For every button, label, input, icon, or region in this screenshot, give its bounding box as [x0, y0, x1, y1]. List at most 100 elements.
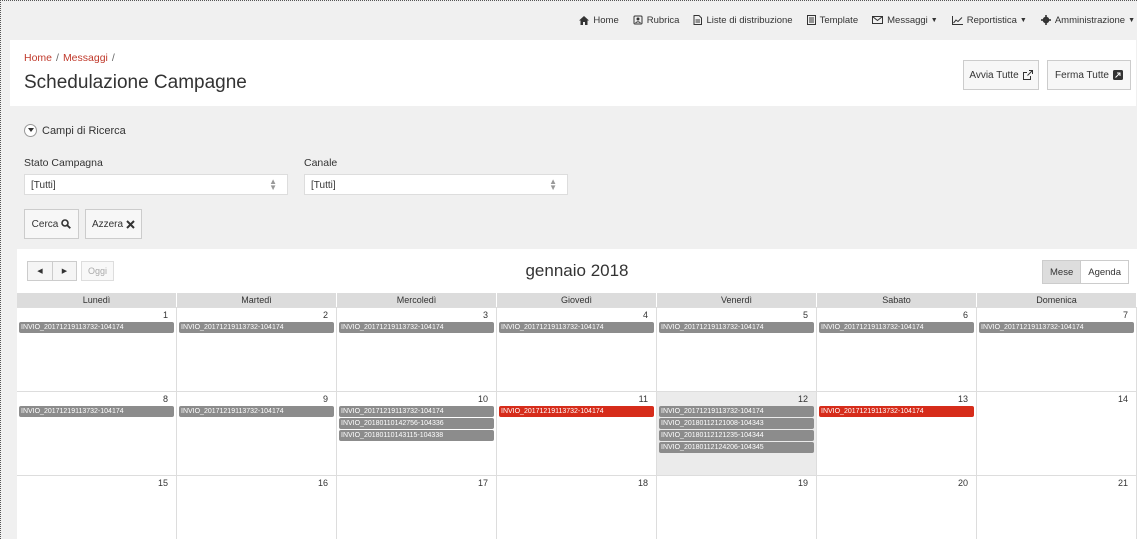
nav-template[interactable]: Template: [806, 14, 859, 26]
weekday-header: Domenica: [977, 293, 1137, 307]
calendar-event[interactable]: INVIO_20171219113732-104174: [819, 406, 974, 417]
calendar-event[interactable]: INVIO_20180112121235-104344: [659, 430, 814, 441]
day-number: 18: [637, 478, 648, 488]
stop-all-label: Ferma Tutte: [1055, 69, 1109, 81]
calendar-day-cell[interactable]: 17: [337, 476, 497, 539]
calendar-title: gennaio 2018: [525, 261, 629, 280]
calendar-day-cell[interactable]: 21: [977, 476, 1137, 539]
calendar-day-cell[interactable]: 19: [657, 476, 817, 539]
template-icon: [806, 15, 816, 25]
nav-messaggi[interactable]: Messaggi ▼: [872, 15, 938, 26]
breadcrumb-home[interactable]: Home: [24, 52, 52, 64]
weekday-header: Mercoledì: [337, 293, 497, 307]
calendar-day-cell[interactable]: 15: [17, 476, 177, 539]
line-chart-icon: [951, 15, 963, 25]
search-button-label: Cerca: [31, 218, 59, 230]
calendar-day-cell[interactable]: 2 INVIO_20171219113732-104174: [177, 308, 337, 391]
calendar-event[interactable]: INVIO_20171219113732-104174: [979, 322, 1134, 333]
canale-select[interactable]: [Tutti] ▲ ▼: [304, 174, 568, 195]
weekday-header: Lunedì: [17, 293, 177, 307]
calendar-day-cell[interactable]: 18: [497, 476, 657, 539]
day-number: 11: [638, 394, 648, 404]
calendar-event[interactable]: INVIO_20171219113732-104174: [659, 406, 814, 417]
page-header: Home / Messaggi / Schedulazione Campagne Av…: [10, 40, 1136, 106]
reset-button-label: Azzera: [91, 218, 124, 230]
search-button[interactable]: Cerca: [24, 209, 79, 239]
calendar-event[interactable]: INVIO_20171219113732-104174: [19, 406, 174, 417]
day-number: 20: [957, 478, 968, 488]
nav-amministrazione[interactable]: Amministrazione ▼: [1040, 15, 1135, 26]
day-number: 6: [962, 310, 968, 320]
search-fields-toggle[interactable]: Campi di Ricerca: [24, 124, 126, 137]
chevron-down-icon: [24, 124, 37, 137]
nav-home-label: Home: [593, 14, 619, 26]
calendar-day-cell[interactable]: 13 INVIO_20171219113732-104174: [817, 392, 977, 475]
breadcrumb-separator: /: [56, 52, 59, 64]
day-number: 17: [477, 478, 488, 488]
day-number: 14: [1117, 394, 1128, 404]
view-month-button[interactable]: Mese: [1042, 260, 1082, 284]
calendar-day-cell[interactable]: 20: [817, 476, 977, 539]
gear-icon: [1040, 15, 1051, 25]
calendar-event[interactable]: INVIO_20171219113732-104174: [179, 406, 334, 417]
calendar-day-cell[interactable]: 6 INVIO_20171219113732-104174: [817, 308, 977, 391]
calendar-event[interactable]: INVIO_20171219113732-104174: [819, 322, 974, 333]
calendar-event[interactable]: INVIO_20180110143115-104338: [339, 430, 494, 441]
calendar-event[interactable]: INVIO_20171219113732-104174: [499, 406, 654, 417]
calendar-event[interactable]: INVIO_20171219113732-104174: [179, 322, 334, 333]
canale-label: Canale: [304, 157, 338, 169]
calendar-day-cell[interactable]: 14: [977, 392, 1137, 475]
calendar-week-row: 15 16 17 18 19 20 21: [17, 475, 1137, 539]
day-number: 15: [157, 478, 168, 488]
calendar-event[interactable]: INVIO_20171219113732-104174: [19, 322, 174, 333]
stop-all-button[interactable]: Ferma Tutte: [1047, 60, 1131, 90]
nav-rubrica[interactable]: Rubrica: [633, 14, 680, 26]
calendar-event[interactable]: INVIO_20171219113732-104174: [339, 406, 494, 417]
close-icon: [126, 219, 135, 229]
home-icon: [579, 15, 590, 25]
day-number: 16: [317, 478, 328, 488]
calendar-day-cell[interactable]: 3 INVIO_20171219113732-104174: [337, 308, 497, 391]
breadcrumb-messaggi[interactable]: Messaggi: [63, 52, 108, 64]
calendar-grid: 1 INVIO_20171219113732-104174 2 INVIO_20171…: [17, 307, 1137, 539]
calendar-day-cell[interactable]: 9 INVIO_20171219113732-104174: [177, 392, 337, 475]
calendar-day-cell[interactable]: 11 INVIO_20171219113732-104174: [497, 392, 657, 475]
calendar-event[interactable]: INVIO_20180110142756-104336: [339, 418, 494, 429]
nav-reportistica[interactable]: Reportistica ▼: [951, 15, 1027, 26]
calendar-day-cell[interactable]: 10 INVIO_20171219113732-104174 INVIO_20180…: [337, 392, 497, 475]
nav-template-label: Template: [819, 14, 859, 26]
calendar-day-cell[interactable]: 16: [177, 476, 337, 539]
external-link-icon: [1022, 70, 1033, 80]
nav-rubrica-label: Rubrica: [646, 14, 680, 26]
nav-liste[interactable]: Liste di distribuzione: [693, 14, 793, 26]
breadcrumb: Home / Messaggi /: [24, 52, 119, 64]
address-book-icon: [633, 15, 643, 25]
calendar-event[interactable]: INVIO_20171219113732-104174: [659, 322, 814, 333]
calendar-day-cell[interactable]: 7 INVIO_20171219113732-104174: [977, 308, 1137, 391]
calendar-event[interactable]: INVIO_20171219113732-104174: [339, 322, 494, 333]
nav-liste-label: Liste di distribuzione: [706, 14, 793, 26]
weekday-header: Venerdì: [657, 293, 817, 307]
view-agenda-button[interactable]: Agenda: [1081, 260, 1129, 284]
calendar-event[interactable]: INVIO_20180112124206-104345: [659, 442, 814, 453]
stato-campagna-select[interactable]: [Tutti] ▲ ▼: [24, 174, 288, 195]
calendar-week-row: 1 INVIO_20171219113732-104174 2 INVIO_20171…: [17, 307, 1137, 391]
calendar-day-cell[interactable]: 1 INVIO_20171219113732-104174: [17, 308, 177, 391]
calendar-day-cell[interactable]: 12 INVIO_20171219113732-104174 INVIO_20180…: [657, 392, 817, 475]
calendar-day-cell[interactable]: 4 INVIO_20171219113732-104174: [497, 308, 657, 391]
reset-button[interactable]: Azzera: [85, 209, 142, 239]
caret-down-icon: ▼: [1128, 16, 1135, 24]
calendar-day-cell[interactable]: 8 INVIO_20171219113732-104174: [17, 392, 177, 475]
calendar-day-cell[interactable]: 5 INVIO_20171219113732-104174: [657, 308, 817, 391]
calendar-event[interactable]: INVIO_20180112121008-104343: [659, 418, 814, 429]
calendar-event[interactable]: INVIO_20171219113732-104174: [499, 322, 654, 333]
day-number: 13: [957, 394, 968, 404]
nav-home[interactable]: Home: [579, 14, 619, 26]
day-number: 10: [477, 394, 488, 404]
day-number: 8: [162, 394, 168, 404]
day-number: 2: [322, 310, 328, 320]
calendar-toolbar: ◀ ▶ Oggi gennaio 2018 Mese Agenda: [17, 249, 1137, 293]
select-arrows-icon: ▲ ▼: [549, 177, 557, 192]
start-all-button[interactable]: Avvia Tutte: [963, 60, 1039, 90]
page-title: Schedulazione Campagne: [24, 72, 247, 93]
